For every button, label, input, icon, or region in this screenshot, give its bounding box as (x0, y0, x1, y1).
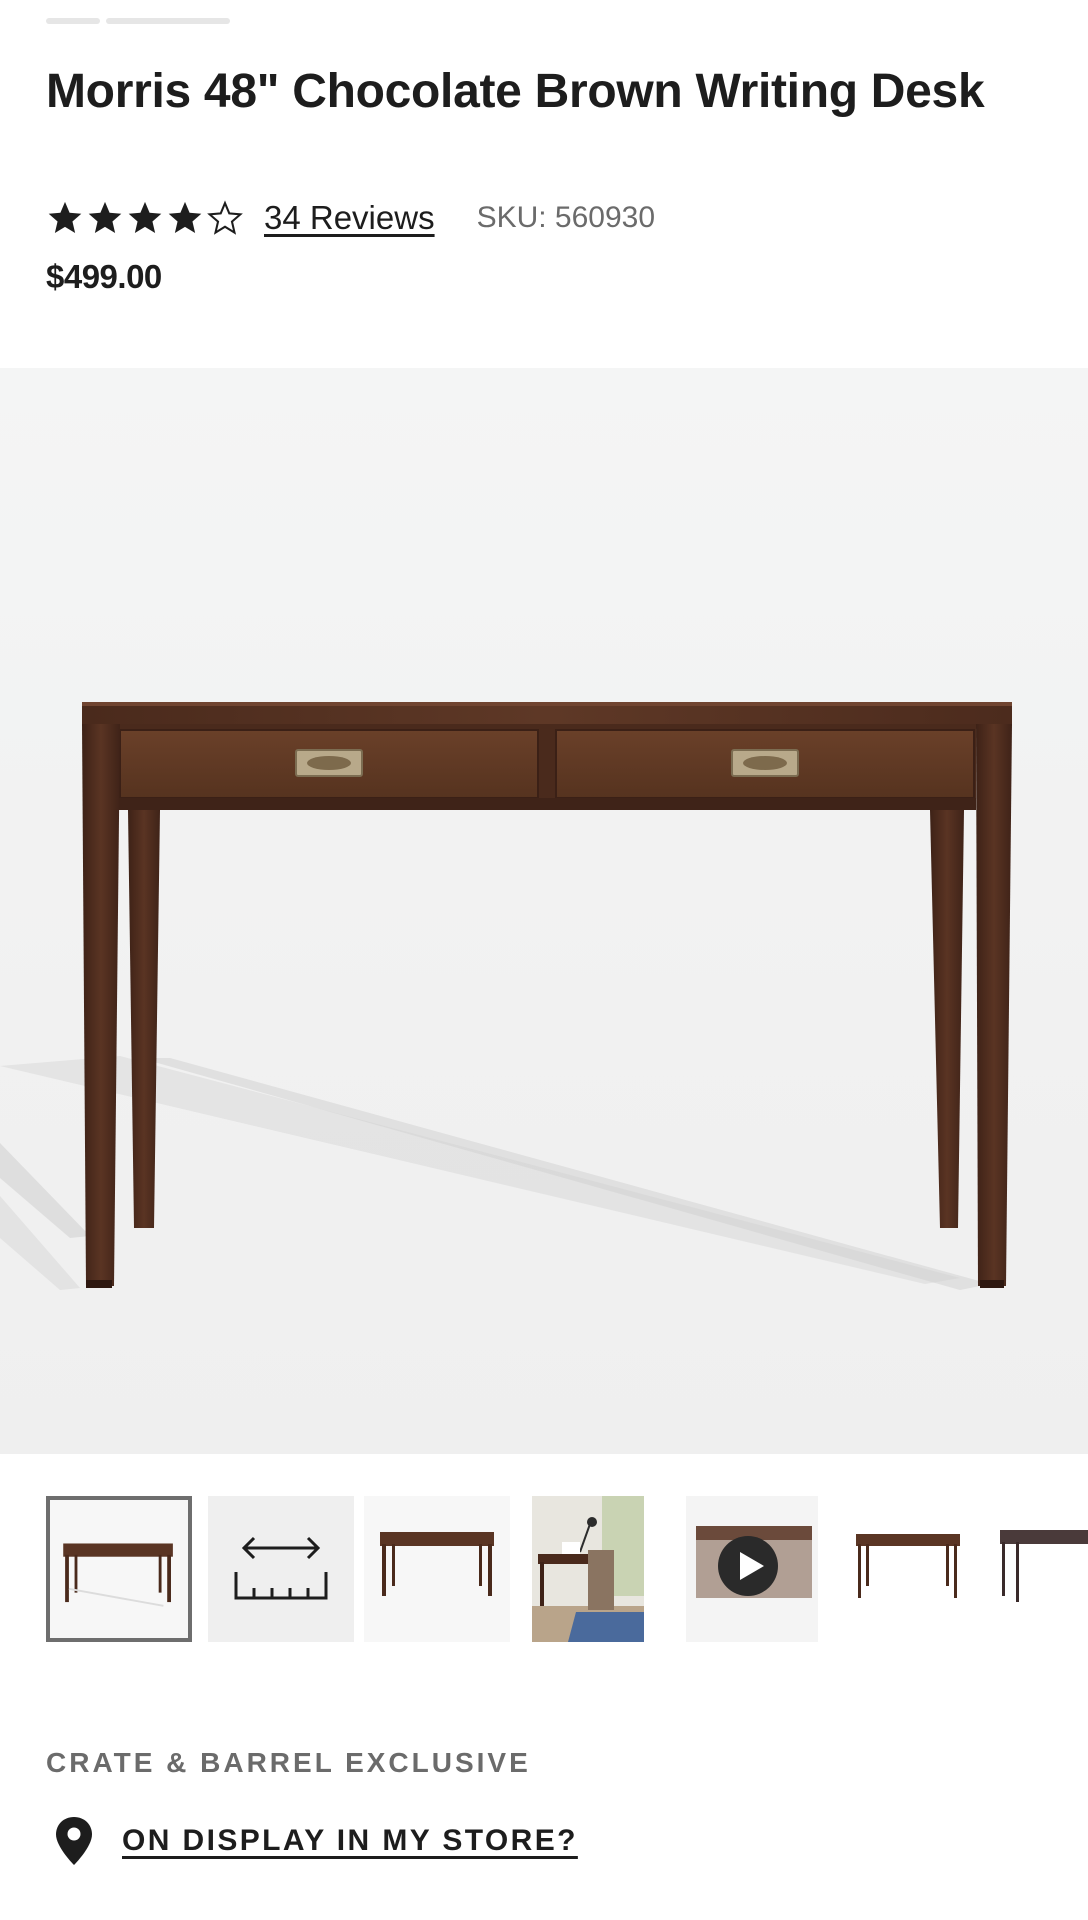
on-display-store-link[interactable]: ON DISPLAY IN MY STORE? (122, 1824, 578, 1858)
progress-segment (46, 18, 100, 24)
product-hero-image[interactable] (0, 368, 1088, 1454)
star-filled-icon (168, 201, 202, 234)
thumbnail-desk-front-2[interactable] (364, 1496, 510, 1642)
star-outline-icon (207, 200, 243, 235)
desk-photo-icon (0, 702, 1012, 1290)
star-filled-icon (88, 201, 122, 234)
reviews-link[interactable]: 34 Reviews (264, 199, 435, 237)
thumbnail-desk-side[interactable] (840, 1496, 964, 1642)
dimensions-ruler-icon (208, 1496, 354, 1642)
image-progress-indicator (46, 18, 230, 24)
desk-side-thumb-icon (840, 1496, 964, 1642)
progress-segment (106, 18, 230, 24)
desk-front-thumb-icon (364, 1496, 510, 1642)
thumbnail-dimensions[interactable] (208, 1496, 354, 1642)
product-price: $499.00 (46, 258, 162, 295)
thumbnail-video[interactable] (686, 1496, 818, 1642)
product-title: Morris 48" Chocolate Brown Writing Desk (46, 65, 985, 118)
location-pin-icon (56, 1817, 92, 1865)
exclusive-label: CRATE & BARREL EXCLUSIVE (46, 1747, 531, 1778)
star-filled-icon (48, 201, 82, 234)
desk-front-thumb-icon (50, 1500, 188, 1638)
thumbnail-desk-front[interactable] (46, 1496, 192, 1642)
sku-label: SKU: 560930 (476, 201, 656, 234)
star-filled-icon (128, 201, 162, 234)
thumbnail-room-scene[interactable] (532, 1496, 644, 1642)
desk-angle-thumb-icon (994, 1496, 1088, 1642)
star-rating (46, 199, 244, 237)
rating-row: 34 Reviews SKU: 560930 (46, 196, 655, 240)
desk-room-scene-thumb-icon (532, 1496, 644, 1642)
thumbnail-strip[interactable] (46, 1496, 1088, 1642)
video-play-thumb-icon (686, 1496, 818, 1642)
on-display-store-row[interactable]: ON DISPLAY IN MY STORE? (52, 1815, 578, 1867)
thumbnail-desk-angle[interactable] (994, 1496, 1088, 1642)
